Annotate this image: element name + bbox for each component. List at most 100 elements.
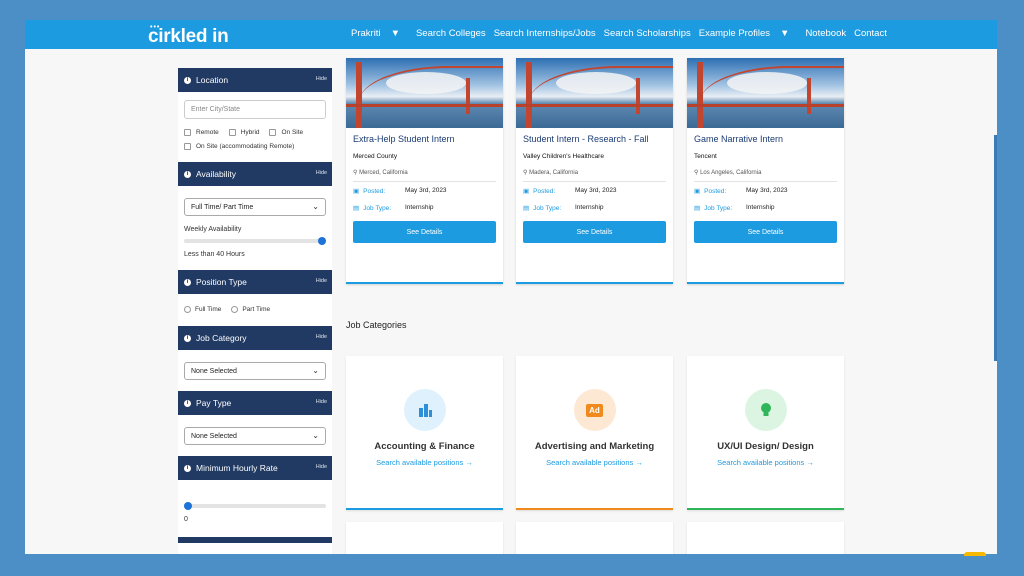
filter-sidebar: i Location Hide Enter City/State Remote … (178, 68, 332, 554)
job-location: ⚲ Madera, California (523, 169, 666, 182)
category-card[interactable] (516, 522, 673, 554)
category-name: Accounting & Finance (374, 441, 475, 452)
hybrid-checkbox[interactable]: Hybrid (228, 129, 260, 136)
availability-value: Less than 40 Hours (184, 251, 245, 258)
category-card[interactable]: UX/UI Design/ Design Search available po… (687, 356, 844, 510)
caret-down-icon: ▼ (780, 28, 790, 39)
category-accent-bar (687, 508, 844, 510)
search-positions-link[interactable]: Search available positions → (516, 458, 673, 467)
min-rate-header: i Minimum Hourly Rate Hide (178, 456, 332, 480)
nav-item-search-colleges[interactable]: Search Colleges (416, 28, 486, 39)
job-card: Game Narrative Intern Tencent ⚲ Los Ange… (687, 58, 844, 284)
category-name: UX/UI Design/ Design (717, 441, 814, 452)
location-input[interactable]: Enter City/State (184, 100, 326, 119)
browser-page: ••• cirkled in Prakriti ▼ Search Colleges… (25, 20, 997, 554)
job-type: Internship (405, 204, 434, 211)
search-positions-link[interactable]: Search available positions → (346, 458, 503, 467)
job-card-image (687, 58, 844, 128)
category-card[interactable]: Accounting & Finance Search available po… (346, 356, 503, 510)
job-card-image (346, 58, 503, 128)
building-icon (403, 389, 446, 431)
availability-select[interactable]: Full Time/ Part Time ⌄ (184, 198, 326, 216)
see-details-button[interactable]: See Details (694, 221, 837, 243)
weekly-availability-slider[interactable] (184, 237, 326, 245)
job-card-image (516, 58, 673, 128)
see-details-button[interactable]: See Details (523, 221, 666, 243)
nav-item-profile[interactable]: Prakriti ▼ (351, 28, 408, 39)
category-card[interactable] (687, 522, 844, 554)
job-type: Internship (575, 204, 604, 211)
briefcase-icon: ▤ (694, 205, 701, 212)
remote-checkbox[interactable]: Remote (184, 129, 219, 136)
checkbox-icon (184, 143, 191, 150)
min-rate-slider[interactable] (184, 502, 326, 510)
info-icon: i (184, 170, 191, 178)
ad-icon: Ad (573, 389, 616, 431)
logo-dots: ••• (150, 24, 161, 31)
nav-item-notebook[interactable]: Notebook (805, 28, 846, 39)
info-icon: i (184, 399, 191, 407)
chat-widget-tab[interactable] (964, 552, 986, 556)
job-location: ⚲ Los Angeles, California (694, 169, 837, 182)
posted-date: May 3rd, 2023 (746, 187, 788, 194)
slider-handle[interactable] (184, 502, 192, 510)
briefcase-icon: ▤ (523, 205, 530, 212)
full-time-radio[interactable]: Full Time (184, 306, 221, 313)
page-scrollbar[interactable] (994, 135, 997, 361)
pay-type-header: i Pay Type Hide (178, 391, 332, 415)
calendar-icon: ▣ (353, 188, 360, 195)
job-category-header: i Job Category Hide (178, 326, 332, 350)
job-company: Tencent (694, 153, 717, 160)
position-type-header: i Position Type Hide (178, 270, 332, 294)
hide-toggle[interactable]: Hide (316, 399, 327, 405)
info-icon: i (184, 76, 191, 84)
checkbox-icon (269, 129, 277, 136)
slider-handle[interactable] (318, 237, 326, 245)
chevron-down-icon: ⌄ (312, 431, 319, 440)
calendar-icon: ▣ (523, 188, 530, 195)
category-card[interactable] (346, 522, 503, 554)
job-title[interactable]: Game Narrative Intern (694, 134, 837, 144)
hide-toggle[interactable]: Hide (316, 464, 327, 470)
category-accent-bar (516, 508, 673, 510)
caret-down-icon: ▼ (390, 28, 400, 39)
availability-header: i Availability Hide (178, 162, 332, 186)
nav-menu: Prakriti ▼ Search Colleges Search Interns… (351, 28, 895, 39)
checkbox-icon (184, 129, 191, 136)
hide-toggle[interactable]: Hide (316, 76, 327, 82)
min-rate-value: 0 (184, 516, 188, 523)
onsite-checkbox[interactable]: On Site (269, 129, 303, 136)
nav-item-example-profiles[interactable]: Example Profiles ▼ (699, 28, 798, 39)
category-card[interactable]: Ad Advertising and Marketing Search avai… (516, 356, 673, 510)
hide-toggle[interactable]: Hide (316, 334, 327, 340)
job-company: Valley Children's Healthcare (523, 153, 604, 160)
nav-item-search-scholarships[interactable]: Search Scholarships (604, 28, 691, 39)
category-name: Advertising and Marketing (534, 441, 655, 452)
posted-date: May 3rd, 2023 (405, 187, 447, 194)
part-time-radio[interactable]: Part Time (231, 306, 270, 313)
hide-toggle[interactable]: Hide (316, 278, 327, 284)
job-categories-heading: Job Categories (346, 320, 407, 330)
job-card: Student Intern - Research - Fall Valley … (516, 58, 673, 284)
pay-type-select[interactable]: None Selected ⌄ (184, 427, 326, 445)
nav-item-contact[interactable]: Contact (854, 28, 887, 39)
search-positions-link[interactable]: Search available positions → (687, 458, 844, 467)
radio-icon (184, 306, 191, 313)
top-navbar: ••• cirkled in Prakriti ▼ Search Colleges… (25, 20, 997, 49)
job-type: Internship (746, 204, 775, 211)
see-details-button[interactable]: See Details (353, 221, 496, 243)
checkbox-icon (228, 129, 236, 136)
job-title[interactable]: Extra-Help Student Intern (353, 134, 496, 144)
category-accent-bar (346, 508, 503, 510)
briefcase-icon: ▤ (353, 205, 360, 212)
hide-toggle[interactable]: Hide (316, 170, 327, 176)
job-title[interactable]: Student Intern - Research - Fall (523, 134, 666, 144)
job-category-select[interactable]: None Selected ⌄ (184, 362, 326, 380)
info-icon: i (184, 278, 191, 286)
chevron-down-icon: ⌄ (312, 202, 319, 211)
site-logo[interactable]: ••• cirkled in (148, 24, 229, 48)
next-filter-header (178, 537, 332, 543)
onsite-accommodating-checkbox[interactable]: On Site (accommodating Remote) (184, 143, 294, 150)
nav-item-search-internships[interactable]: Search Internships/Jobs (494, 28, 596, 39)
weekly-availability-label: Weekly Availability (184, 226, 242, 233)
